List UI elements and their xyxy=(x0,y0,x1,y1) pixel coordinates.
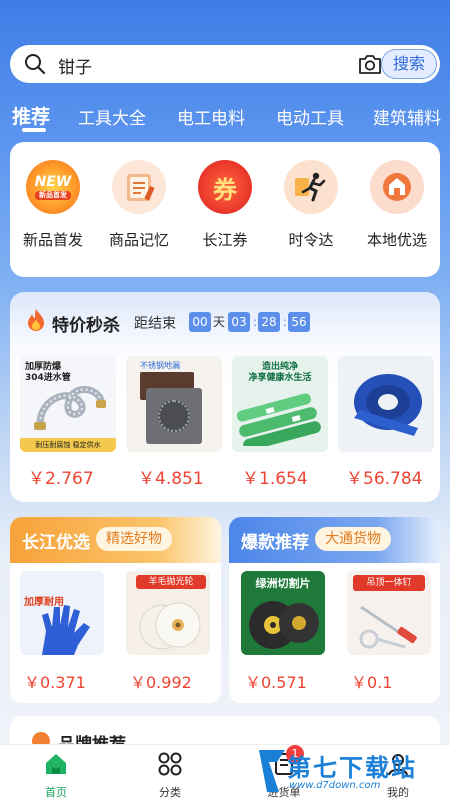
watermark: 第七下载站 www.d7down.com xyxy=(255,746,450,800)
new-badge-icon: NEW 新品首发 xyxy=(26,160,80,214)
flash-sale-section: 特价秒杀 距结束 00 天 03 : 28 : 56 加厚防爆 304进水管 耐… xyxy=(10,292,440,502)
product-image-hose[interactable]: 加厚防爆 304进水管 耐压耐腐蚀 稳定供水 xyxy=(20,356,116,452)
countdown-seconds: 56 xyxy=(288,312,310,332)
nav-home[interactable]: 首页 xyxy=(16,751,96,800)
flash-price-4: ￥56.784 xyxy=(346,469,423,489)
tab-tools[interactable]: 工具大全 xyxy=(78,104,146,129)
coupon-icon: 券 xyxy=(198,160,252,214)
tab-power-tools[interactable]: 电动工具 xyxy=(276,104,344,129)
category-grid-icon xyxy=(158,752,182,776)
flash-price-1: ￥2.767 xyxy=(28,469,94,489)
countdown-day-unit: 天 xyxy=(213,315,226,329)
shortcut-card: NEW 新品首发 新品首发 商品记忆 券 长江券 时令达 本地优选 xyxy=(10,142,440,277)
hot-price-2: ￥0.1 xyxy=(351,673,393,692)
flash-price-3: ￥1.654 xyxy=(242,469,308,489)
countdown-minutes: 28 xyxy=(258,312,280,332)
product-image-cutting-disc[interactable]: 绿洲切割片 xyxy=(241,571,325,655)
flash-sale-title: 特价秒杀 xyxy=(52,316,120,336)
changjiang-selection-card: 长江优选 精选好物 加厚耐用 羊毛抛光轮 ￥0.371 ￥0.992 xyxy=(10,517,221,703)
product-image-floor-drain[interactable]: 不锈钢地漏 xyxy=(126,356,222,452)
hot-pill[interactable]: 大通货物 xyxy=(315,527,391,551)
tab-recommend[interactable]: 推荐 xyxy=(12,102,50,129)
shortcut-local[interactable]: 本地优选 xyxy=(354,160,440,250)
tab-electrical[interactable]: 电工电料 xyxy=(177,104,245,129)
search-icon xyxy=(25,54,46,75)
shortcut-memory[interactable]: 商品记忆 xyxy=(96,160,182,250)
countdown-hours: 03 xyxy=(228,312,250,332)
shortcut-new-arrivals[interactable]: NEW 新品首发 新品首发 xyxy=(10,160,96,250)
runner-icon xyxy=(284,160,338,214)
product-image-blue-hose[interactable] xyxy=(338,356,434,452)
camera-icon[interactable] xyxy=(357,52,383,76)
tab-building-materials[interactable]: 建筑辅料 xyxy=(373,104,441,129)
active-tab-indicator xyxy=(22,128,46,132)
shortcut-seasonal[interactable]: 时令达 xyxy=(268,160,354,250)
changjiang-pill[interactable]: 精选好物 xyxy=(96,527,172,551)
changjiang-price-1: ￥0.371 xyxy=(24,673,86,692)
local-store-icon xyxy=(370,160,424,214)
search-bar[interactable]: 钳子 搜索 xyxy=(10,45,440,83)
shortcut-coupon[interactable]: 券 长江券 xyxy=(182,160,268,250)
memory-notebook-icon xyxy=(112,160,166,214)
category-tabs: 推荐 工具大全 电工电料 电动工具 建筑辅料 xyxy=(0,100,450,134)
search-input[interactable]: 钳子 xyxy=(58,53,92,78)
product-image-polishing-wheel[interactable]: 羊毛抛光轮 xyxy=(126,571,210,655)
watermark-logo-icon xyxy=(259,750,285,792)
changjiang-title: 长江优选 xyxy=(22,533,90,553)
search-button[interactable]: 搜索 xyxy=(381,49,437,79)
flame-icon xyxy=(28,309,44,331)
hot-price-1: ￥0.571 xyxy=(245,673,307,692)
flash-price-2: ￥4.851 xyxy=(138,469,204,489)
hot-title: 爆款推荐 xyxy=(241,533,309,553)
product-image-ceiling-nail[interactable]: 吊顶一体钉 xyxy=(347,571,431,655)
changjiang-price-2: ￥0.992 xyxy=(130,673,192,692)
nav-category[interactable]: 分类 xyxy=(130,751,210,800)
product-image-gloves[interactable]: 加厚耐用 xyxy=(20,571,104,655)
home-icon xyxy=(46,754,66,774)
hot-recommend-card: 爆款推荐 大通货物 绿洲切割片 吊顶一体钉 ￥0.571 ￥0.1 xyxy=(229,517,440,703)
countdown-label: 距结束 xyxy=(134,316,176,332)
product-image-green-pipe[interactable]: 造出纯净 净享健康水生活 xyxy=(232,356,328,452)
countdown-days: 00 xyxy=(189,312,211,332)
